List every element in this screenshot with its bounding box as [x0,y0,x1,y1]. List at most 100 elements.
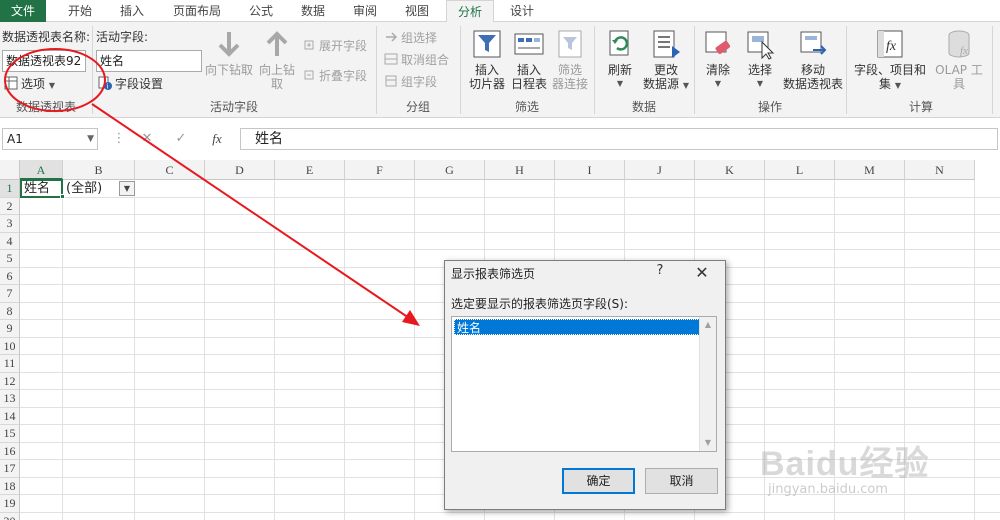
row-header-18[interactable]: 18 [0,477,20,495]
group-label-calculations: 计算 [908,100,933,114]
scrollbar[interactable]: ▲ ▼ [699,317,716,451]
column-header-e[interactable]: E [275,160,345,180]
cell-a1[interactable]: 姓名 [20,179,63,198]
move-pivot-button[interactable]: 移动 数据透视表 [782,28,844,91]
change-data-source-button[interactable]: 更改 数据源 ▼ [640,28,692,93]
row-header-1[interactable]: 1 [0,180,20,198]
svg-text:fx: fx [960,45,968,57]
column-header-m[interactable]: M [835,160,905,180]
row-header-4[interactable]: 4 [0,232,20,250]
tab-design[interactable]: 设计 [498,0,546,22]
olap-tools-label: OLAP 工具 [935,63,983,91]
expand-field-button[interactable]: 展开字段 [302,36,367,56]
collapse-field-button[interactable]: 折叠字段 [302,66,367,86]
tab-insert[interactable]: 插入 [108,0,156,22]
column-header-k[interactable]: K [695,160,765,180]
column-header-c[interactable]: C [135,160,205,180]
row-header-17[interactable]: 17 [0,460,20,478]
pivot-name-input[interactable]: 数据透视表92 [2,50,86,72]
filter-field-list[interactable]: 姓名 ▲ ▼ [451,316,717,452]
name-box-value: A1 [7,132,23,146]
tab-home[interactable]: 开始 [56,0,104,22]
tab-formulas[interactable]: 公式 [238,0,284,22]
active-field-input[interactable]: 姓名 [96,50,202,72]
change-data-source-label-1: 更改 [653,63,678,77]
olap-tools-button[interactable]: fx OLAP 工具 [930,28,988,91]
select-all-corner[interactable] [0,160,20,180]
insert-function-icon[interactable]: fx [202,128,232,150]
group-field-button[interactable]: 组字段 [384,72,437,92]
row-header-15[interactable]: 15 [0,425,20,443]
clear-button[interactable]: 清除 ▼ [700,28,736,91]
row-header-16[interactable]: 16 [0,442,20,460]
scroll-up-icon[interactable]: ▲ [700,317,716,333]
tab-review[interactable]: 审阅 [342,0,388,22]
column-header-a[interactable]: A [20,160,63,180]
name-box[interactable]: A1 ▼ [2,128,98,150]
confirm-icon[interactable]: ✓ [166,128,196,150]
column-header-j[interactable]: J [625,160,695,180]
scroll-down-icon[interactable]: ▼ [700,435,716,451]
ok-button[interactable]: 确定 [562,468,635,494]
move-pivot-icon [797,28,829,60]
row-header-6[interactable]: 6 [0,267,20,285]
pivot-options-button[interactable]: 选项 ▼ [4,74,55,94]
tab-view[interactable]: 视图 [394,0,440,22]
column-header-n[interactable]: N [905,160,975,180]
column-header-h[interactable]: H [485,160,555,180]
row-header-14[interactable]: 14 [0,407,20,425]
drill-down-button[interactable]: 向下钻取 [204,28,254,77]
column-header-l[interactable]: L [765,160,835,180]
column-header-f[interactable]: F [345,160,415,180]
chevron-down-icon: ▼ [616,79,624,88]
field-settings-icon: i [98,76,112,91]
row-header-20[interactable]: 20 [0,512,20,520]
row-header-2[interactable]: 2 [0,197,20,215]
row-header-3[interactable]: 3 [0,215,20,233]
group-label-filter: 筛选 [514,100,539,114]
tab-page-layout[interactable]: 页面布局 [160,0,234,22]
insert-slicer-button[interactable]: 插入 切片器 [466,28,508,91]
refresh-label: 刷新 [607,63,632,77]
select-button[interactable]: 选择 ▼ [740,28,780,91]
select-icon [744,28,776,60]
column-header-d[interactable]: D [205,160,275,180]
insert-slicer-label-1: 插入 [474,63,499,77]
tab-file[interactable]: 文件 [0,0,46,22]
row-header-11[interactable]: 11 [0,355,20,373]
row-header-7[interactable]: 7 [0,285,20,303]
list-item[interactable]: 姓名 [454,319,700,335]
formula-input[interactable]: 姓名 [240,128,998,150]
refresh-button[interactable]: 刷新 ▼ [600,28,640,91]
row-header-5[interactable]: 5 [0,250,20,268]
row-header-9[interactable]: 9 [0,320,20,338]
group-selection-button[interactable]: 组选择 [384,28,437,48]
row-header-8[interactable]: 8 [0,302,20,320]
cell-b1[interactable]: (全部) [66,180,102,197]
filter-dropdown-icon[interactable]: ▼ [119,181,135,196]
row-header-13[interactable]: 13 [0,390,20,408]
column-header-i[interactable]: I [555,160,625,180]
column-header-b[interactable]: B [63,160,135,180]
tab-analyze[interactable]: 分析 [446,0,494,23]
row-header-12[interactable]: 12 [0,372,20,390]
column-header-g[interactable]: G [415,160,485,180]
chevron-down-icon[interactable]: ▼ [87,129,94,149]
filter-connections-button[interactable]: 筛选 器连接 [550,28,590,91]
cancel-button[interactable]: 取消 [645,468,718,494]
row-header-19[interactable]: 19 [0,495,20,513]
fill-handle[interactable] [60,194,65,199]
arrow-down-icon [213,28,245,60]
ungroup-button[interactable]: 取消组合 [384,50,449,70]
svg-text:fx: fx [886,39,897,54]
tab-data[interactable]: 数据 [290,0,336,22]
drill-up-button[interactable]: 向上钻 取 [256,28,298,91]
cancel-icon[interactable]: ✕ [132,128,162,150]
field-settings-button[interactable]: i 字段设置 [98,74,163,94]
insert-timeline-button[interactable]: 插入 日程表 [508,28,550,91]
row-header-10[interactable]: 10 [0,337,20,355]
close-icon[interactable]: ✕ [689,262,715,284]
fields-items-sets-button[interactable]: fx 字段、项目和 集 ▼ [852,28,928,93]
formula-bar: A1 ▼ ⋮ ✕ ✓ fx 姓名 [0,124,1000,154]
help-icon[interactable]: ? [650,263,670,278]
